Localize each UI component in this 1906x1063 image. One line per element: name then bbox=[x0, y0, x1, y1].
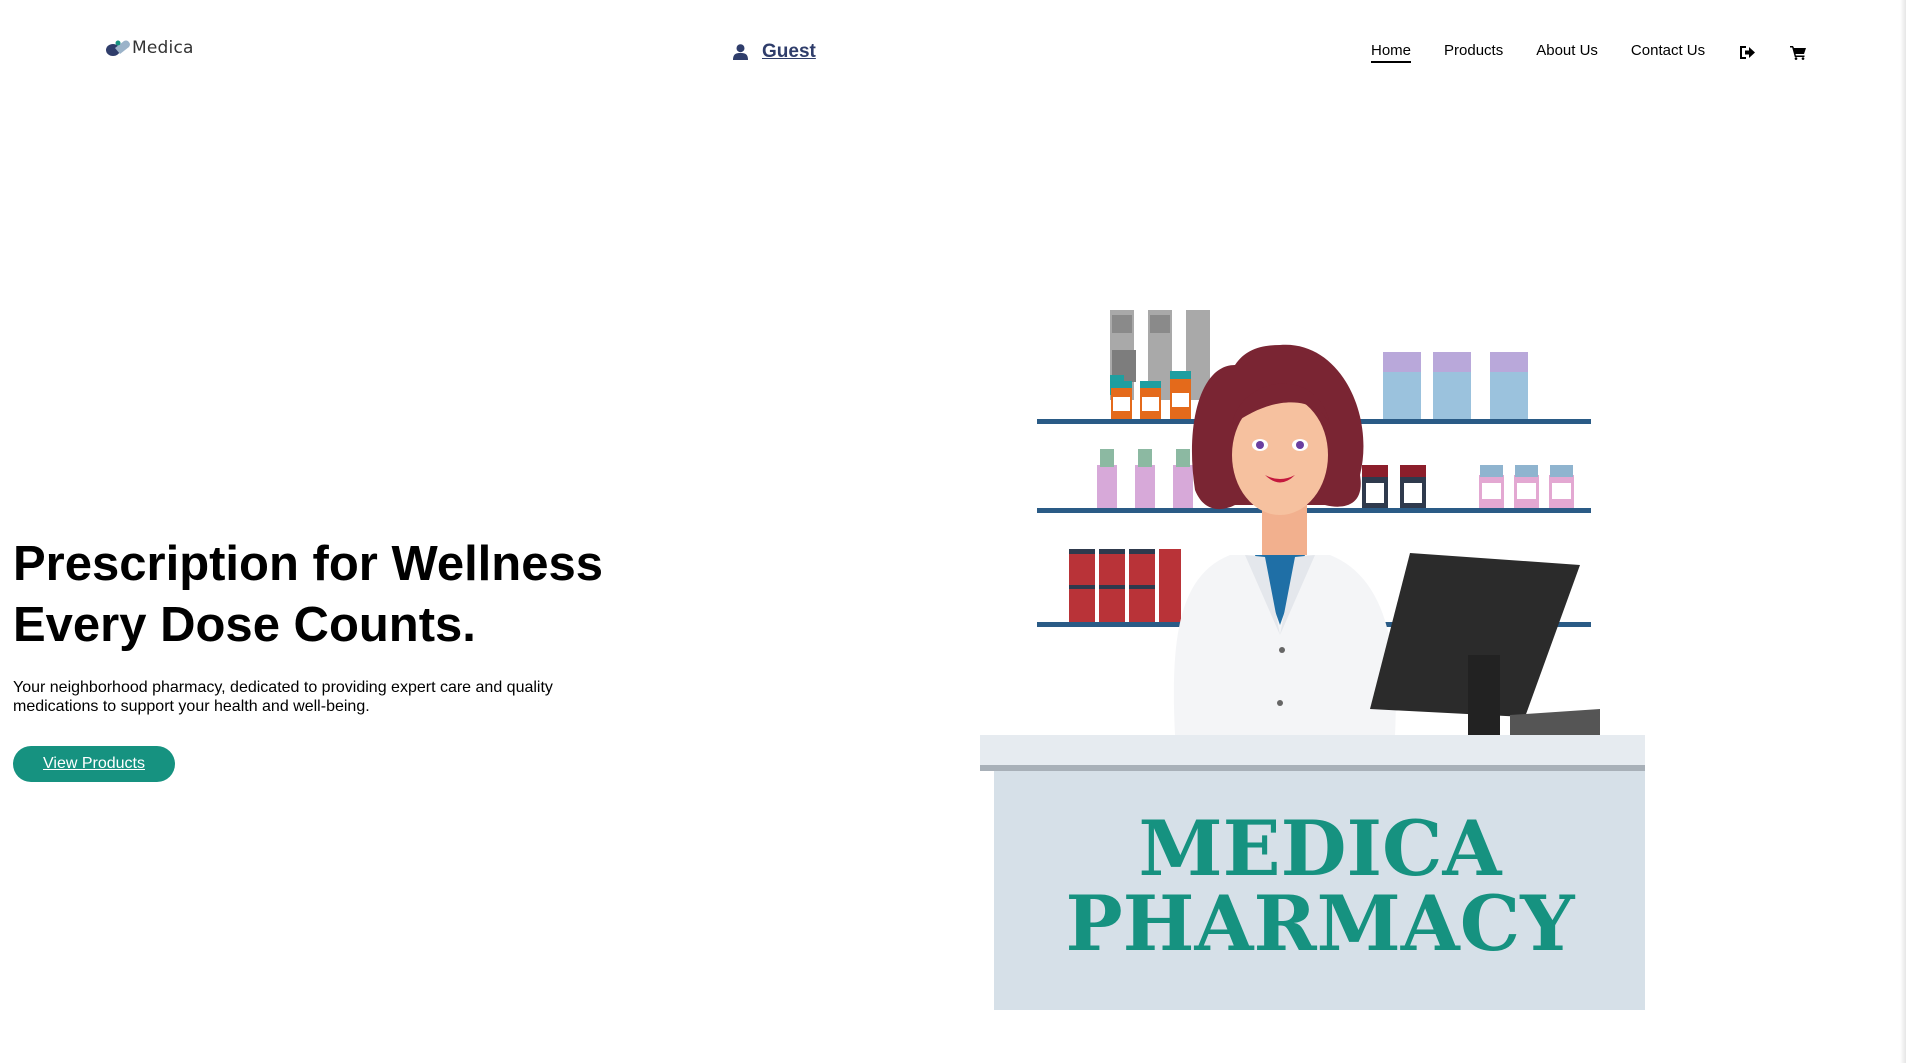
pharmacist-figure bbox=[1173, 344, 1396, 735]
pharmacy-counter: MEDICA PHARMACY bbox=[980, 735, 1645, 1010]
brand-logo[interactable]: Medica bbox=[105, 38, 194, 58]
pharmacist-illustration: MEDICA PHARMACY bbox=[980, 310, 1645, 1010]
hero-title-line-2: Every Dose Counts. bbox=[13, 598, 476, 652]
nav-products[interactable]: Products bbox=[1444, 42, 1503, 63]
monitor bbox=[1370, 553, 1600, 753]
user-menu[interactable]: Guest bbox=[733, 41, 816, 63]
view-products-button[interactable]: View Products bbox=[13, 746, 175, 782]
user-icon bbox=[733, 44, 748, 60]
sign-out-icon[interactable] bbox=[1738, 44, 1756, 62]
counter-text-line-2: PHARMACY bbox=[1066, 879, 1576, 968]
nav-contact-us[interactable]: Contact Us bbox=[1631, 42, 1705, 63]
hero-title: Prescription for Wellness Every Dose Cou… bbox=[13, 534, 603, 656]
cart-icon[interactable] bbox=[1789, 44, 1807, 62]
hero-title-line-1: Prescription for Wellness bbox=[13, 537, 603, 591]
pill-logo-icon bbox=[106, 40, 130, 56]
nav-home[interactable]: Home bbox=[1371, 42, 1412, 63]
site-header: Medica Guest Home Products About Us Cont… bbox=[0, 0, 1906, 105]
nav-about-us[interactable]: About Us bbox=[1536, 42, 1598, 63]
user-name[interactable]: Guest bbox=[762, 41, 816, 63]
hero-subtitle: Your neighborhood pharmacy, dedicated to… bbox=[13, 679, 553, 715]
brand-name: Medica bbox=[132, 38, 194, 58]
main-nav: Home Products About Us Contact Us bbox=[1371, 42, 1840, 63]
page-right-edge bbox=[1900, 0, 1906, 1063]
